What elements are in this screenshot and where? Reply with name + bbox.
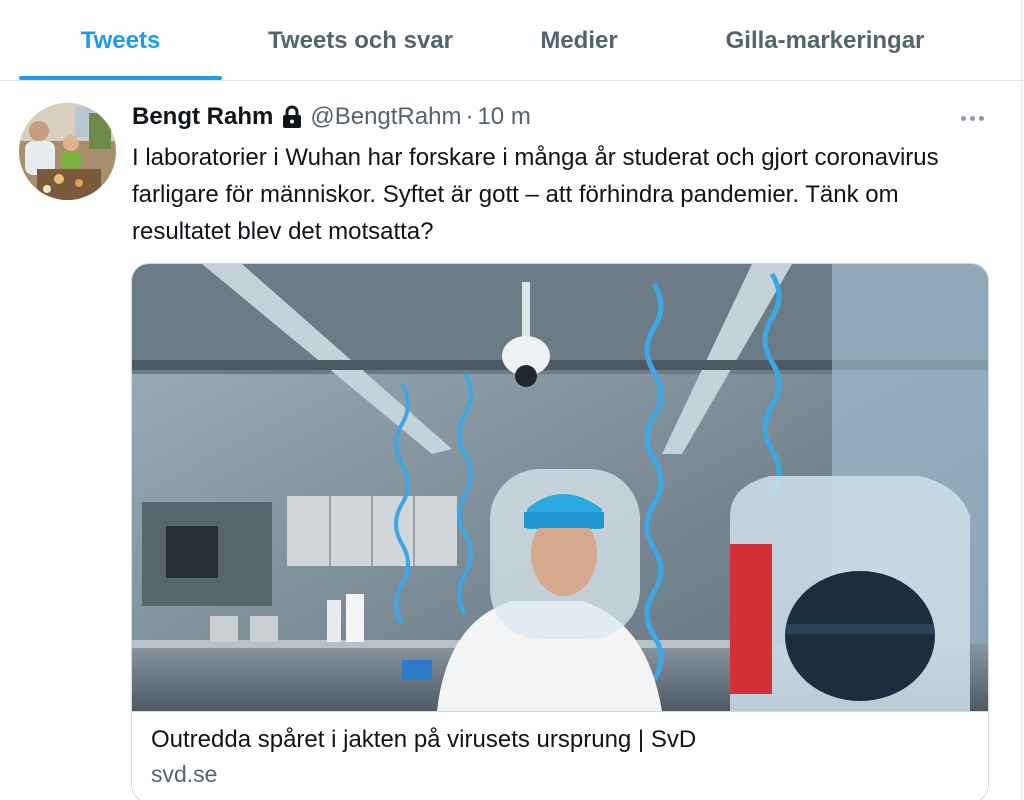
tweet-header: Bengt Rahm @BengtRahm · 10 m [132, 100, 531, 134]
active-tab-indicator [19, 76, 222, 80]
tweet-timestamp[interactable]: 10 m [477, 103, 530, 131]
more-icon[interactable] [961, 116, 984, 121]
tab-tweets-and-replies[interactable]: Tweets och svar [238, 0, 483, 81]
separator-dot: · [465, 103, 474, 130]
tab-media[interactable]: Medier [514, 0, 644, 81]
lock-icon [281, 105, 303, 129]
avatar-photo [19, 103, 116, 200]
tweet-text: I laboratorier i Wuhan har forskare i må… [132, 144, 939, 245]
author-name[interactable]: Bengt Rahm [132, 103, 273, 131]
tweet[interactable]: Bengt Rahm @BengtRahm · 10 m I laborator… [0, 82, 1024, 800]
author-handle[interactable]: @BengtRahm [310, 103, 461, 131]
card-domain: svd.se [151, 761, 218, 787]
tab-tweets[interactable]: Tweets [19, 0, 222, 81]
link-card[interactable]: Outredda spåret i jakten på virusets urs… [131, 263, 989, 800]
card-title: Outredda spåret i jakten på virusets urs… [151, 726, 697, 753]
avatar[interactable] [19, 103, 116, 200]
tab-likes[interactable]: Gilla-markeringar [700, 0, 950, 81]
card-image [132, 264, 988, 711]
profile-tabs: Tweets Tweets och svar Medier Gilla-mark… [0, 0, 1024, 81]
card-footer: Outredda spåret i jakten på virusets urs… [132, 711, 988, 800]
